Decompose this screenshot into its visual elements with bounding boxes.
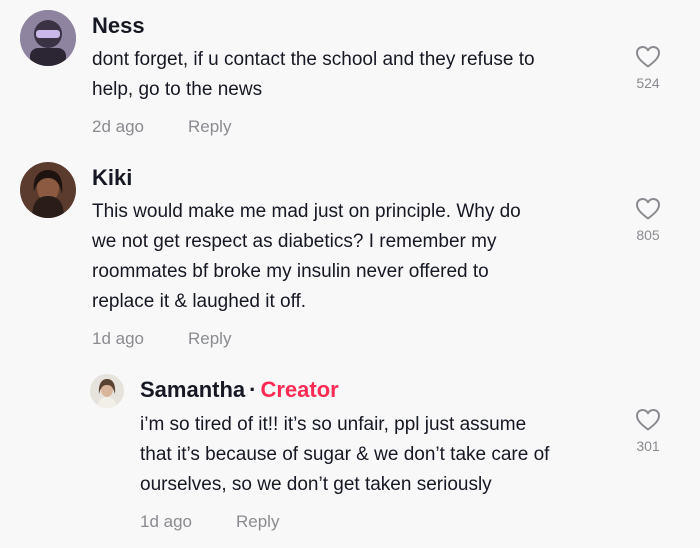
- creator-badge: Creator: [260, 377, 339, 402]
- comment-line: help, go to the news: [92, 79, 263, 100]
- comment-line: i’m so tired of it!! it’s so unfair, ppl…: [140, 414, 527, 435]
- comment-line: replace it & laughed it off.: [92, 291, 307, 312]
- avatar-kiki[interactable]: [20, 162, 76, 218]
- comment-text: dont forget, if u contact the school and…: [92, 45, 535, 105]
- username[interactable]: Kiki: [92, 165, 132, 191]
- comment-line: ourselves, so we don’t get taken serious…: [140, 474, 492, 495]
- comment-line: dont forget, if u contact the school and…: [92, 49, 535, 70]
- like-count: 805: [636, 227, 660, 243]
- username[interactable]: Ness: [92, 13, 145, 39]
- like-count: 524: [636, 75, 660, 91]
- avatar-ness[interactable]: [20, 10, 76, 66]
- reply-button[interactable]: Reply: [188, 329, 231, 348]
- like-button[interactable]: 524: [623, 45, 673, 91]
- comment-meta: 1d ago Reply: [92, 329, 231, 349]
- comment-text: i’m so tired of it!! it’s so unfair, ppl…: [140, 410, 549, 500]
- like-button[interactable]: 301: [623, 408, 673, 454]
- comment-meta: 2d ago Reply: [92, 117, 231, 137]
- comment-text: This would make me mad just on principle…: [92, 197, 521, 317]
- reply-button[interactable]: Reply: [188, 117, 231, 136]
- like-button[interactable]: 805: [623, 197, 673, 243]
- comment-line: we not get respect as diabetics? I remem…: [92, 231, 497, 252]
- username[interactable]: Samantha: [140, 377, 245, 402]
- heart-outline-icon: [636, 198, 660, 220]
- like-count: 301: [636, 438, 660, 454]
- timestamp: 1d ago: [140, 512, 192, 531]
- avatar-samantha[interactable]: [90, 374, 124, 408]
- separator: ·: [249, 377, 257, 402]
- comment-line: This would make me mad just on principle…: [92, 201, 521, 222]
- username-row: Samantha · Creator: [140, 377, 339, 403]
- comment-line: roommates bf broke my insulin never offe…: [92, 261, 489, 282]
- comment-meta: 1d ago Reply: [140, 512, 279, 532]
- timestamp: 1d ago: [92, 329, 144, 348]
- heart-outline-icon: [636, 409, 660, 431]
- reply-button[interactable]: Reply: [236, 512, 279, 531]
- heart-outline-icon: [636, 46, 660, 68]
- timestamp: 2d ago: [92, 117, 144, 136]
- comment-line: that it’s because of sugar & we don’t ta…: [140, 444, 550, 465]
